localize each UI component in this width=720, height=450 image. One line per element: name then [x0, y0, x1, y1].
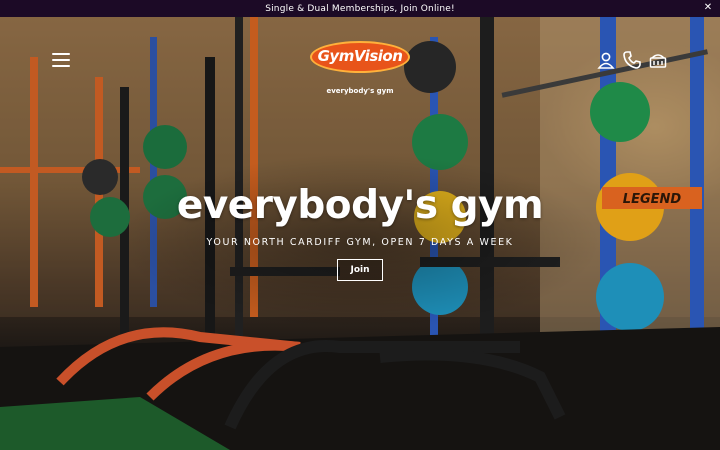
hero-title: everybody's gym: [176, 183, 544, 228]
menu-button[interactable]: [52, 53, 70, 67]
hero-section: LEGEND GymVision everybody's gym: [0, 17, 720, 450]
close-icon[interactable]: ✕: [702, 2, 714, 14]
hero-subtitle: YOUR NORTH CARDIFF GYM, OPEN 7 DAYS A WE…: [206, 237, 514, 248]
logo-wordmark: GymVision: [317, 47, 403, 65]
join-button[interactable]: Join: [337, 259, 383, 281]
announcement-text[interactable]: Single & Dual Memberships, Join Online!: [265, 4, 455, 14]
site-logo[interactable]: GymVision everybody's gym: [308, 39, 412, 99]
account-icon[interactable]: [596, 50, 616, 70]
cart-icon[interactable]: [648, 50, 668, 70]
announcement-bar: Single & Dual Memberships, Join Online! …: [0, 0, 720, 17]
logo-tagline: everybody's gym: [326, 87, 394, 95]
phone-icon[interactable]: [622, 50, 642, 70]
